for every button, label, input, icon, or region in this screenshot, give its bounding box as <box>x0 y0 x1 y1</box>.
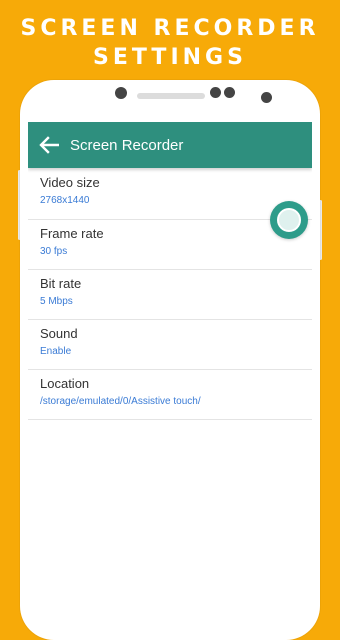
setting-frame-rate[interactable]: Frame rate 30 fps <box>28 220 312 270</box>
assistive-touch-icon <box>277 208 301 232</box>
assistive-touch-button[interactable] <box>270 201 308 239</box>
setting-value: Enable <box>40 346 72 357</box>
phone-camera <box>261 92 272 103</box>
setting-video-size[interactable]: Video size 2768x1440 <box>28 168 312 220</box>
setting-value: /storage/emulated/0/Assistive touch/ <box>40 396 201 407</box>
back-button[interactable] <box>28 122 70 168</box>
phone-speaker <box>137 93 205 99</box>
setting-bit-rate[interactable]: Bit rate 5 Mbps <box>28 270 312 320</box>
setting-label: Bit rate <box>40 276 82 291</box>
phone-sensor-dot <box>115 87 127 99</box>
setting-value: 2768x1440 <box>40 195 90 206</box>
settings-list: Video size 2768x1440 Frame rate 30 fps B… <box>28 168 312 420</box>
setting-label: Video size <box>40 175 100 190</box>
setting-label: Location <box>40 376 90 391</box>
app-bar: Screen Recorder <box>28 122 312 168</box>
app-bar-title: Screen Recorder <box>70 136 184 154</box>
phone-sensor-dot <box>224 87 235 98</box>
promo-line-1: SCREEN RECORDER <box>20 16 320 41</box>
setting-label: Sound <box>40 326 78 341</box>
phone-sensor-dot <box>210 87 221 98</box>
app-screen: Screen Recorder Video size 2768x1440 Fra… <box>28 122 312 606</box>
setting-value: 30 fps <box>40 246 68 257</box>
promo-line-2: SETTINGS <box>93 45 247 70</box>
promo-headline: SCREEN RECORDER SETTINGS <box>0 14 340 72</box>
arrow-left-icon <box>39 136 59 154</box>
setting-value: 5 Mbps <box>40 296 73 307</box>
setting-sound[interactable]: Sound Enable <box>28 320 312 370</box>
setting-location[interactable]: Location /storage/emulated/0/Assistive t… <box>28 370 312 420</box>
